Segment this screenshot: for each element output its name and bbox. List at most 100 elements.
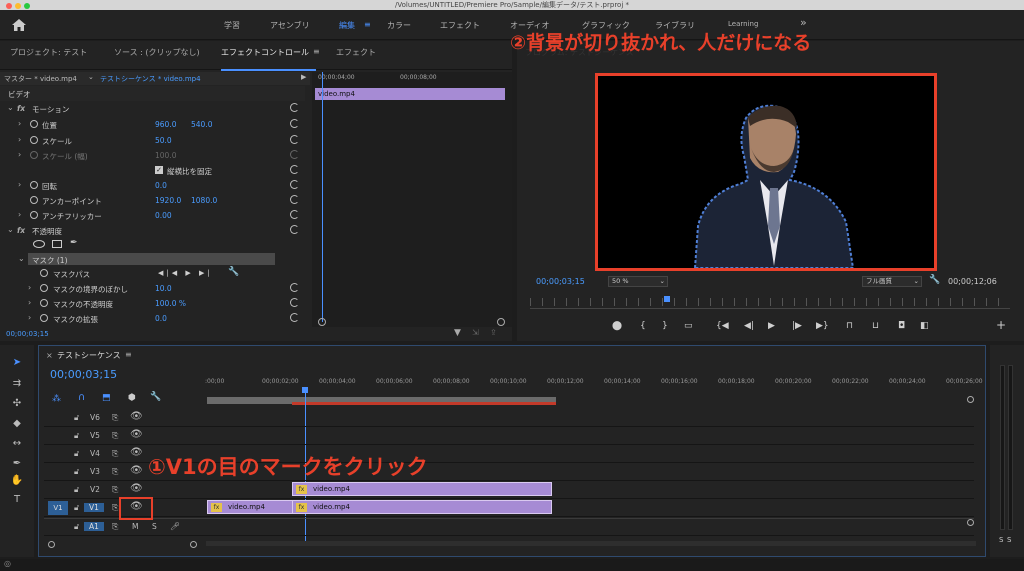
track-name-v2[interactable]: V2 [90, 485, 100, 494]
timeline-menu-icon[interactable]: ≡ [125, 350, 132, 359]
eye-icon[interactable]: 👁︎ [130, 429, 143, 440]
reset-icon[interactable] [290, 180, 299, 189]
hand-tool-icon[interactable]: ✋ [9, 475, 25, 489]
workspace-tab-effects[interactable]: エフェクト [440, 20, 480, 31]
ec-scale-row[interactable]: › スケール 50.0 [0, 133, 305, 148]
solo-button[interactable]: S [152, 522, 157, 531]
ec-master-label[interactable]: マスター * video.mp4 [4, 74, 77, 84]
clip-v1-video-b[interactable]: fx video.mp4 [292, 500, 552, 514]
program-video-frame[interactable] [595, 73, 937, 271]
compare-icon[interactable]: ◧ [920, 321, 929, 331]
anchor-x-value[interactable]: 1920.0 [155, 196, 181, 205]
razor-tool-icon[interactable]: ◆ [9, 418, 25, 432]
workspace-tab-learning[interactable]: Learning [728, 20, 758, 28]
ec-mini-clip[interactable]: video.mp4 [315, 88, 505, 100]
eye-icon[interactable]: 👁︎ [130, 483, 143, 494]
wrench-icon[interactable]: 🔧 [150, 392, 161, 402]
workspace-tab-assembly[interactable]: アセンブリ [270, 20, 310, 31]
pen-mask-icon[interactable]: ✒ [70, 238, 78, 248]
ec-opacity-row[interactable]: ⌄ fx 不透明度 [0, 223, 305, 238]
wrench-icon[interactable]: 🔧 [929, 275, 940, 285]
ec-playhead[interactable] [322, 72, 323, 322]
lock-icon[interactable]: 🔓︎ [74, 503, 79, 513]
vertical-scroll-handle-bottom[interactable] [967, 519, 974, 526]
program-playhead[interactable] [664, 296, 670, 302]
reset-icon[interactable] [290, 313, 299, 322]
track-name-a1[interactable]: A1 [84, 522, 104, 531]
filter-icon[interactable]: ▼ [454, 328, 461, 338]
ec-uniform-scale-row[interactable]: ✓ 縦横比を固定 [0, 163, 305, 178]
tab-effect-controls[interactable]: エフェクトコントロール [221, 47, 309, 58]
type-tool-icon[interactable]: T [9, 494, 25, 508]
sync-lock-icon[interactable]: ⎘ [112, 485, 118, 495]
stopwatch-icon[interactable] [30, 120, 38, 128]
stopwatch-icon[interactable] [40, 284, 48, 292]
rectangle-mask-icon[interactable] [52, 240, 62, 248]
track-name-v4[interactable]: V4 [90, 449, 100, 458]
tab-source[interactable]: ソース : (クリップなし) [114, 47, 200, 58]
track-select-tool-icon[interactable]: ⇉ [9, 378, 25, 392]
ec-mask-row[interactable]: ⌄ マスク (1) [0, 252, 305, 267]
anchor-y-value[interactable]: 1080.0 [191, 196, 217, 205]
chevron-down-icon[interactable]: ⌄ [7, 103, 14, 112]
workspace-tab-edit[interactable]: 編集 [339, 20, 355, 31]
ec-position-row[interactable]: › 位置 960.0 540.0 [0, 117, 305, 132]
timeline-horizontal-scrollbar[interactable] [206, 541, 976, 546]
timeline-timecode[interactable]: 00;00;03;15 [50, 368, 117, 381]
stopwatch-icon[interactable] [30, 211, 38, 219]
program-timecode[interactable]: 00;00;03;15 [536, 277, 585, 286]
play-icon[interactable]: ▶ [768, 321, 775, 331]
ec-antiflicker-row[interactable]: › アンチフリッカー 0.00 [0, 208, 305, 223]
ec-anchor-row[interactable]: アンカーポイント 1920.0 1080.0 [0, 193, 305, 208]
go-to-in-icon[interactable]: {◀ [716, 321, 729, 331]
safe-margins-icon[interactable]: ▭ [684, 321, 693, 331]
rotation-value[interactable]: 0.0 [155, 181, 167, 190]
clip-v1-video-a[interactable]: fx video.mp4 [207, 500, 293, 514]
reset-icon[interactable] [290, 298, 299, 307]
add-button-icon[interactable]: + [996, 318, 1006, 332]
ec-scroll-handle[interactable] [318, 318, 326, 326]
go-to-out-icon[interactable]: ▶} [816, 321, 829, 331]
workspace-menu-icon[interactable]: ≡ [364, 20, 371, 29]
lock-icon[interactable]: 🔓︎ [74, 431, 79, 441]
stopwatch-icon[interactable] [40, 269, 48, 277]
ec-mask-path-row[interactable]: マスクパス ◀|◀ ▶ ▶| 🔧 [0, 266, 305, 281]
sync-lock-icon[interactable]: ⎘ [112, 413, 118, 423]
workspace-tab-color[interactable]: カラー [387, 20, 411, 31]
sync-lock-icon[interactable]: ⎘ [112, 522, 118, 532]
track-name-v6[interactable]: V6 [90, 413, 100, 422]
clip-v2-video[interactable]: fx video.mp4 [292, 482, 552, 496]
meter-solo-left[interactable]: S [999, 536, 1003, 544]
timeline-title[interactable]: テストシーケンス [57, 350, 121, 361]
track-name-v5[interactable]: V5 [90, 431, 100, 440]
uniform-scale-checkbox[interactable]: ✓ [155, 166, 163, 174]
reset-icon[interactable] [290, 210, 299, 219]
track-name-v1[interactable]: V1 [84, 503, 104, 512]
lock-icon[interactable]: 🔓︎ [74, 449, 79, 459]
ec-mask-opacity-row[interactable]: › マスクの不透明度 100.0 % [0, 296, 305, 311]
chevron-down-icon[interactable]: ⌄ [88, 73, 94, 81]
slip-tool-icon[interactable]: ↔ [9, 438, 25, 452]
position-x-value[interactable]: 960.0 [155, 120, 176, 129]
reset-icon[interactable] [290, 225, 299, 234]
mask-expansion-value[interactable]: 0.0 [155, 314, 167, 323]
stopwatch-icon[interactable] [30, 136, 38, 144]
reset-icon[interactable] [290, 283, 299, 292]
add-marker-timeline-icon[interactable]: ⬒ [102, 393, 111, 403]
program-time-ruler[interactable] [530, 298, 1010, 306]
lock-icon[interactable]: 🔓︎ [74, 467, 79, 477]
tab-effects[interactable]: エフェクト [336, 47, 376, 58]
sync-lock-icon[interactable]: ⎘ [112, 449, 118, 459]
sync-lock-icon[interactable]: ⎘ [112, 503, 118, 513]
reset-icon[interactable] [290, 165, 299, 174]
mask-opacity-value[interactable]: 100.0 % [155, 299, 186, 308]
ec-sequence-label[interactable]: テストシーケンス * video.mp4 [100, 74, 201, 84]
sync-lock-icon[interactable]: ⎘ [112, 431, 118, 441]
stopwatch-icon[interactable] [40, 299, 48, 307]
meter-solo-right[interactable]: S [1007, 536, 1011, 544]
track-name-v3[interactable]: V3 [90, 467, 100, 476]
lift-icon[interactable]: ⊓ [846, 321, 853, 331]
mark-in-icon[interactable]: { [640, 321, 646, 331]
chevron-down-icon[interactable]: ⌄ [7, 225, 14, 234]
snap-icon[interactable]: ⁂ [52, 394, 61, 404]
